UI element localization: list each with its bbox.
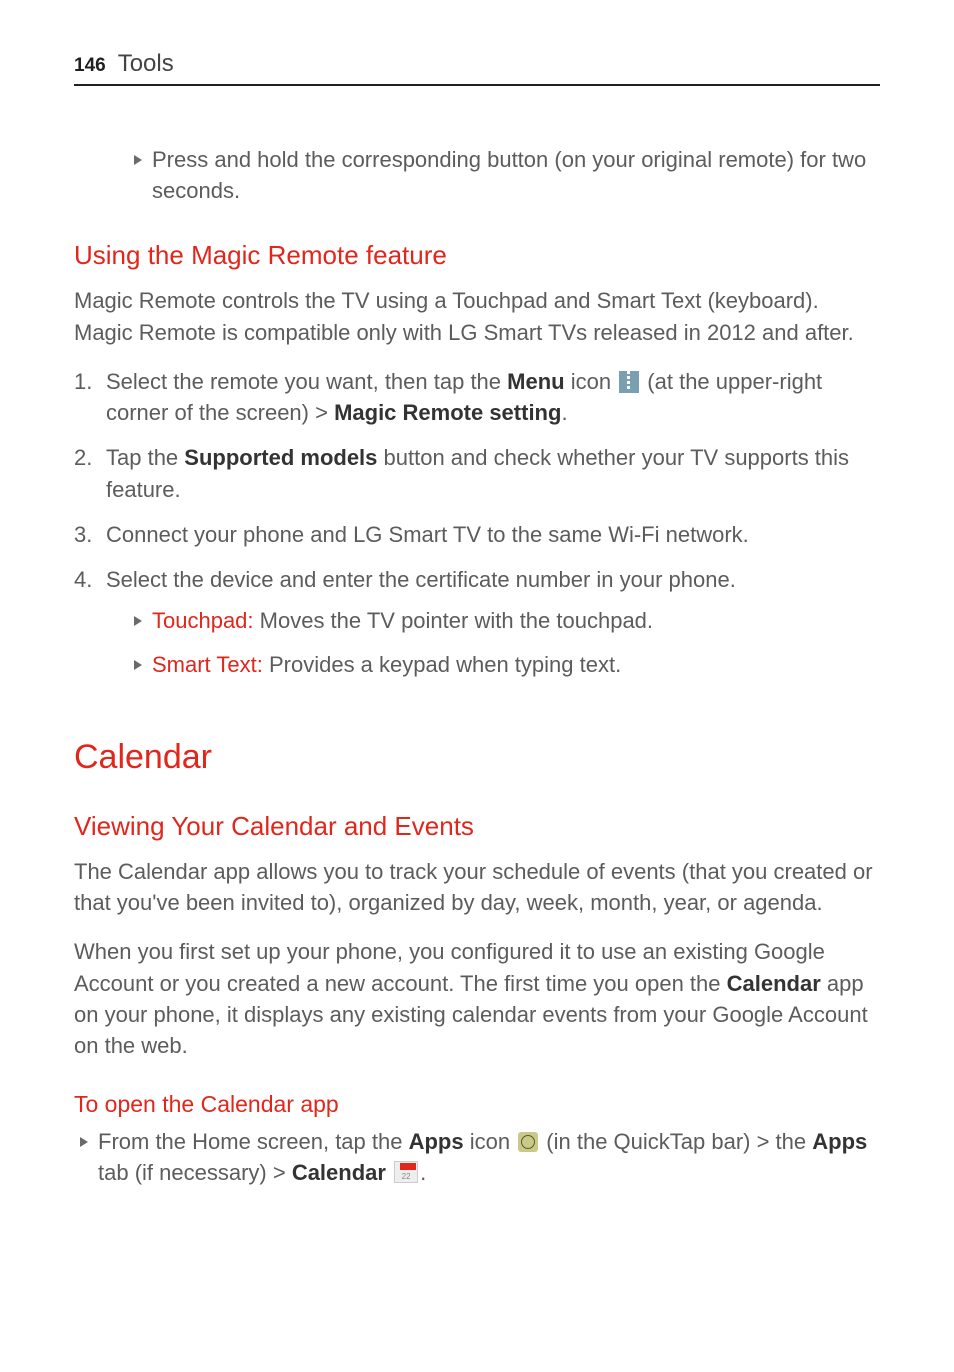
heading-viewing-calendar: Viewing Your Calendar and Events [74,811,880,842]
text: (in the QuickTap bar) > the [540,1129,812,1154]
step-number: 3. [74,519,98,550]
text: Tap the [106,445,184,470]
nested-bullet-list: Touchpad: Moves the TV pointer with the … [106,605,880,679]
section-name: Tools [118,50,174,78]
text: When you first set up your phone, you co… [74,939,825,995]
bold-text: Apps [812,1129,867,1154]
list-item: Smart Text: Provides a keypad when typin… [134,649,880,680]
step-text: Select the device and enter the certific… [106,564,880,692]
text: Provides a keypad when typing text. [263,652,621,677]
bold-text: Apps [409,1129,464,1154]
text: tab (if necessary) > [98,1160,292,1185]
bullet-text: Touchpad: Moves the TV pointer with the … [152,605,880,636]
bullet-text: From the Home screen, tap the Apps icon … [98,1126,880,1188]
step-text: Tap the Supported models button and chec… [106,442,880,504]
triangle-bullet-icon [134,616,142,626]
intro-bullet-list: Press and hold the corresponding button … [74,144,880,206]
step-number: 4. [74,564,98,692]
bold-text: Magic Remote setting [334,400,561,425]
text: Select the remote you want, then tap the [106,369,507,394]
list-item: 4. Select the device and enter the certi… [74,564,880,692]
paragraph: Magic Remote controls the TV using a Tou… [74,285,880,347]
bold-red-text: Smart Text: [152,652,263,677]
apps-icon [518,1132,538,1152]
manual-page: 146 Tools Press and hold the correspondi… [0,0,954,1261]
triangle-bullet-icon [134,155,142,165]
bold-text: Calendar [727,971,821,996]
paragraph: The Calendar app allows you to track you… [74,856,880,918]
heading-calendar: Calendar [74,738,880,777]
bullet-text: Smart Text: Provides a keypad when typin… [152,649,880,680]
text: Select the device and enter the certific… [106,567,736,592]
list-item: Touchpad: Moves the TV pointer with the … [134,605,880,636]
text: icon [464,1129,517,1154]
list-item: 2. Tap the Supported models button and c… [74,442,880,504]
heading-open-calendar: To open the Calendar app [74,1091,880,1118]
text: . [420,1160,426,1185]
list-item: 3. Connect your phone and LG Smart TV to… [74,519,880,550]
running-header: 146 Tools [74,50,880,86]
text: Moves the TV pointer with the touchpad. [254,608,654,633]
triangle-bullet-icon [134,660,142,670]
list-item: 1. Select the remote you want, then tap … [74,366,880,428]
bold-text: Supported models [184,445,377,470]
bullet-text: Press and hold the corresponding button … [152,144,880,206]
bold-text: Calendar [292,1160,386,1185]
bold-text: Menu [507,369,564,394]
step-number: 1. [74,366,98,428]
numbered-list: 1. Select the remote you want, then tap … [74,366,880,692]
page-number: 146 [74,55,106,77]
heading-magic-remote: Using the Magic Remote feature [74,240,880,271]
list-item: Press and hold the corresponding button … [134,144,880,206]
calendar-icon [394,1161,418,1183]
text: From the Home screen, tap the [98,1129,409,1154]
triangle-bullet-icon [80,1137,88,1147]
list-item: From the Home screen, tap the Apps icon … [74,1126,880,1188]
bold-red-text: Touchpad: [152,608,254,633]
menu-icon [619,371,639,393]
step-number: 2. [74,442,98,504]
step-text: Select the remote you want, then tap the… [106,366,880,428]
text: icon [565,369,618,394]
step-text: Connect your phone and LG Smart TV to th… [106,519,880,550]
paragraph: When you first set up your phone, you co… [74,936,880,1061]
text: . [561,400,567,425]
